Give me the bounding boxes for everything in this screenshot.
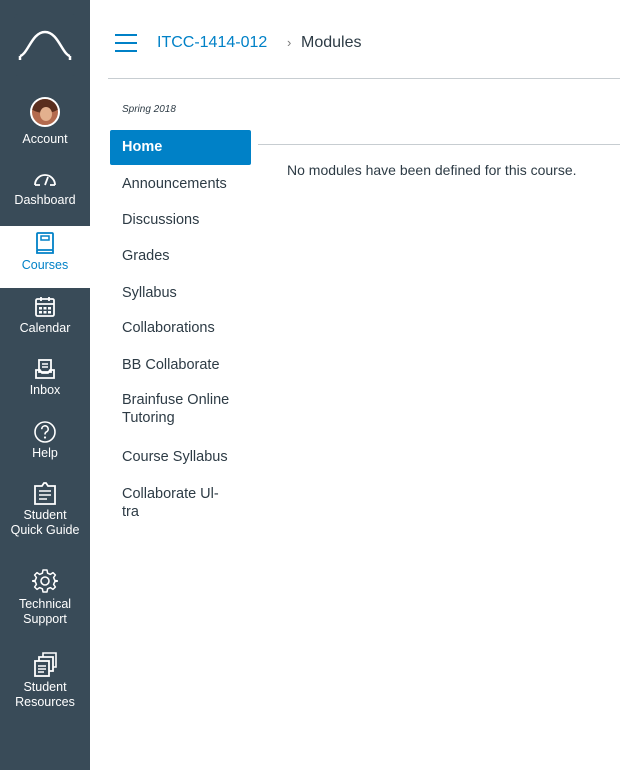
canvas-logo-icon xyxy=(18,30,72,60)
inbox-icon xyxy=(35,359,55,379)
course-menu-toggle[interactable] xyxy=(115,34,137,52)
header-divider xyxy=(108,78,620,79)
course-nav-course-syllabus[interactable]: Course Syllabus xyxy=(110,448,251,466)
nav-account-label: Account xyxy=(22,132,68,146)
nav-student-resources[interactable]: Student Resources xyxy=(0,652,90,724)
resources-icon xyxy=(34,652,57,677)
gear-icon xyxy=(32,569,58,593)
course-nav-brainfuse-tutoring[interactable]: Brainfuse Online Tutoring xyxy=(110,391,251,427)
avatar xyxy=(30,97,60,127)
app-frame: Account Dashboard Courses Calendar Inbox… xyxy=(0,0,620,770)
course-nav-announcements[interactable]: Announcements xyxy=(110,175,251,193)
nav-help[interactable]: Help xyxy=(0,420,90,470)
global-nav: Account Dashboard Courses Calendar Inbox… xyxy=(0,0,90,770)
logo-box xyxy=(14,14,76,76)
nav-dashboard[interactable]: Dashboard xyxy=(0,168,90,222)
breadcrumb-separator: › xyxy=(287,35,292,50)
nav-technical-support[interactable]: Technical Support xyxy=(0,568,90,640)
canvas-logo[interactable] xyxy=(0,0,90,86)
nav-student-quick-guide[interactable]: Student Quick Guide xyxy=(0,480,90,554)
course-nav-collaborate-ultra-label-1: Collaborate Ul- xyxy=(122,486,219,502)
calendar-icon xyxy=(35,297,55,317)
course-nav-home[interactable]: Home xyxy=(110,130,251,165)
breadcrumb-course-link[interactable]: ITCC-1414-012 xyxy=(157,33,267,53)
nav-calendar[interactable]: Calendar xyxy=(0,296,90,350)
help-icon xyxy=(34,421,56,443)
course-nav-bb-collaborate[interactable]: BB Collaborate xyxy=(110,356,251,374)
course-nav-brainfuse-label-2: Tutoring xyxy=(122,410,175,426)
nav-courses[interactable]: Courses xyxy=(0,226,90,288)
courses-icon xyxy=(36,232,54,254)
content-divider xyxy=(258,144,620,145)
course-nav-discussions[interactable]: Discussions xyxy=(110,211,251,229)
nav-account[interactable]: Account xyxy=(0,97,90,155)
nav-dashboard-label: Dashboard xyxy=(14,193,76,207)
nav-student-quick-guide-label-1: Student xyxy=(23,508,67,522)
nav-calendar-label: Calendar xyxy=(19,321,71,335)
course-term: Spring 2018 xyxy=(122,104,176,115)
nav-student-resources-label-2: Resources xyxy=(15,695,75,709)
course-nav-collaborate-ultra[interactable]: Collaborate Ul- tra xyxy=(110,485,251,521)
nav-help-label: Help xyxy=(32,446,58,460)
nav-technical-support-label-2: Support xyxy=(23,612,67,626)
nav-student-resources-label-1: Student xyxy=(23,680,67,694)
nav-inbox-label: Inbox xyxy=(29,383,61,397)
nav-inbox[interactable]: Inbox xyxy=(0,358,90,408)
course-nav-collaborations[interactable]: Collaborations xyxy=(110,319,251,337)
course-nav-collaborate-ultra-label-2: tra xyxy=(122,504,139,520)
course-nav-grades[interactable]: Grades xyxy=(110,247,251,265)
empty-modules-message: No modules have been defined for this co… xyxy=(287,162,577,178)
dashboard-icon xyxy=(34,174,56,186)
nav-student-quick-guide-label-2: Quick Guide xyxy=(10,523,80,537)
nav-technical-support-label-1: Technical xyxy=(18,597,72,611)
course-nav-brainfuse-label-1: Brainfuse Online xyxy=(122,392,230,408)
course-nav-syllabus[interactable]: Syllabus xyxy=(110,284,251,302)
breadcrumb-current-page: Modules xyxy=(301,34,362,51)
nav-courses-label: Courses xyxy=(21,258,69,272)
quick-guide-icon xyxy=(34,482,56,505)
